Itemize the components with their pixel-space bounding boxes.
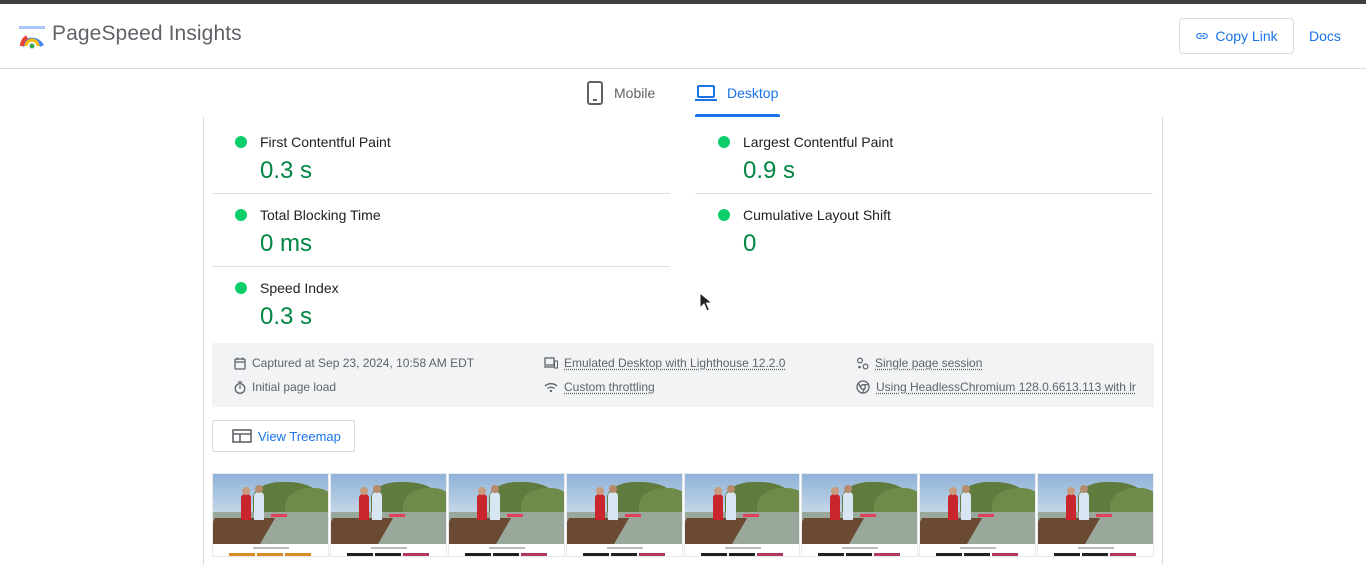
device-tabs: Mobile Desktop bbox=[0, 69, 1366, 117]
page-load-type: Initial page load bbox=[234, 380, 336, 394]
view-treemap-label: View Treemap bbox=[258, 428, 341, 444]
laptop-icon bbox=[695, 85, 717, 101]
good-status-dot-icon bbox=[235, 136, 247, 148]
tab-desktop-label: Desktop bbox=[727, 85, 779, 101]
screenshot-filmstrip bbox=[212, 473, 1154, 557]
metric-name: Speed Index bbox=[260, 280, 339, 296]
runtime-settings: Captured at Sep 23, 2024, 10:58 AM EDT I… bbox=[212, 343, 1154, 407]
metric-value: 0 bbox=[743, 230, 757, 257]
tab-mobile[interactable]: Mobile bbox=[586, 69, 655, 117]
view-treemap-button[interactable]: View Treemap bbox=[212, 420, 355, 452]
metric-cumulative-layout-shift: Cumulative Layout Shift 0 bbox=[695, 194, 1153, 267]
metric-largest-contentful-paint: Largest Contentful Paint 0.9 s bbox=[695, 121, 1153, 194]
session-link[interactable]: Single page session bbox=[875, 356, 982, 370]
wifi-icon bbox=[544, 383, 558, 393]
copy-link-button[interactable]: Copy Link bbox=[1179, 18, 1294, 54]
app-title: PageSpeed Insights bbox=[52, 22, 242, 45]
filmstrip-frame bbox=[683, 473, 801, 557]
treemap-icon bbox=[232, 429, 252, 443]
metric-name: Cumulative Layout Shift bbox=[743, 207, 891, 223]
calendar-icon bbox=[234, 357, 246, 370]
devices-icon bbox=[544, 357, 558, 369]
filmstrip-frame bbox=[212, 473, 329, 557]
browser-version[interactable]: Using HeadlessChromium 128.0.6613.113 wi… bbox=[856, 380, 1136, 394]
captured-at: Captured at Sep 23, 2024, 10:58 AM EDT bbox=[234, 356, 474, 370]
copy-link-label: Copy Link bbox=[1215, 28, 1278, 44]
mouse-cursor-icon bbox=[699, 292, 713, 312]
good-status-dot-icon bbox=[718, 136, 730, 148]
tab-mobile-label: Mobile bbox=[614, 85, 656, 101]
tab-desktop[interactable]: Desktop bbox=[695, 69, 778, 117]
report-panel: First Contentful Paint 0.3 s Largest Con… bbox=[203, 117, 1163, 565]
throttling-link[interactable]: Custom throttling bbox=[564, 380, 655, 394]
page-load-text: Initial page load bbox=[252, 380, 337, 394]
session-icon bbox=[856, 356, 869, 370]
filmstrip-frame bbox=[329, 473, 447, 557]
filmstrip-frame bbox=[801, 473, 919, 557]
session-type[interactable]: Single page session bbox=[856, 356, 982, 370]
link-icon bbox=[1196, 33, 1209, 39]
metric-name: Largest Contentful Paint bbox=[743, 134, 894, 150]
good-status-dot-icon bbox=[235, 282, 247, 294]
filmstrip-frame bbox=[447, 473, 565, 557]
filmstrip-frame bbox=[565, 473, 683, 557]
metric-name: Total Blocking Time bbox=[260, 207, 381, 223]
metric-value: 0.3 s bbox=[260, 303, 313, 330]
metric-total-blocking-time: Total Blocking Time 0 ms bbox=[212, 194, 670, 267]
chrome-icon bbox=[856, 380, 870, 394]
metric-value: 0 ms bbox=[260, 230, 313, 257]
browser-link[interactable]: Using HeadlessChromium 128.0.6613.113 wi… bbox=[876, 380, 1136, 394]
metric-name: First Contentful Paint bbox=[260, 134, 391, 150]
metric-speed-index: Speed Index 0.3 s bbox=[212, 267, 670, 340]
metric-first-contentful-paint: First Contentful Paint 0.3 s bbox=[212, 121, 670, 194]
filmstrip-frame bbox=[1037, 473, 1154, 557]
good-status-dot-icon bbox=[235, 209, 247, 221]
pagespeed-logo-icon bbox=[19, 26, 45, 49]
captured-at-text: Captured at Sep 23, 2024, 10:58 AM EDT bbox=[252, 356, 475, 370]
metric-value: 0.9 s bbox=[743, 157, 796, 184]
good-status-dot-icon bbox=[718, 209, 730, 221]
filmstrip-frame bbox=[919, 473, 1037, 557]
metric-value: 0.3 s bbox=[260, 157, 313, 184]
docs-link[interactable]: Docs bbox=[1309, 28, 1341, 44]
emulated-device[interactable]: Emulated Desktop with Lighthouse 12.2.0 bbox=[544, 356, 785, 370]
phone-icon bbox=[587, 81, 603, 105]
stopwatch-icon bbox=[234, 380, 246, 394]
network-throttling[interactable]: Custom throttling bbox=[544, 380, 655, 394]
emulated-device-link[interactable]: Emulated Desktop with Lighthouse 12.2.0 bbox=[564, 356, 785, 370]
app-header: PageSpeed Insights Copy Link Docs bbox=[0, 4, 1366, 69]
